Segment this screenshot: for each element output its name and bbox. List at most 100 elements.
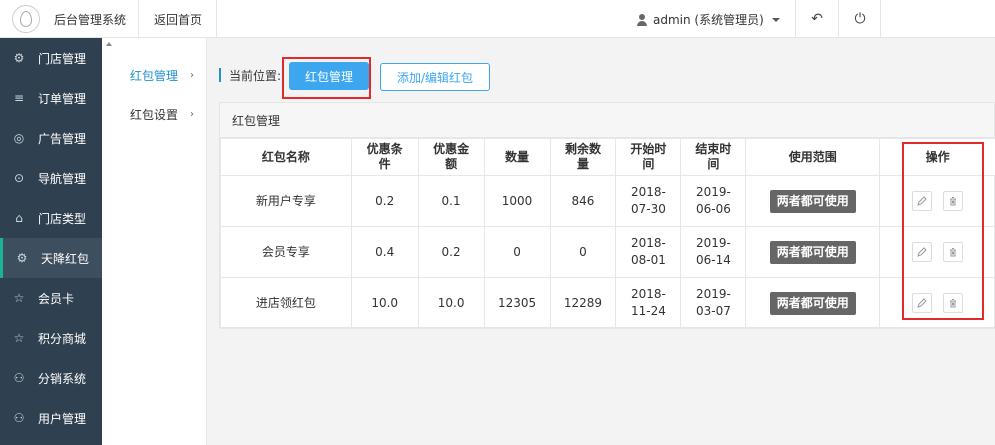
subnav-item-red-packet-manage[interactable]: 红包管理 › [102, 56, 206, 94]
sidebar-item-label: 用户管理 [38, 411, 87, 426]
cell-start-date: 2018-08-01 [615, 226, 682, 278]
logout-button[interactable]: ⏻ [840, 0, 880, 38]
delete-button[interactable] [943, 293, 964, 313]
sidebar-item-label: 积分商城 [38, 331, 87, 346]
red-packet-table: 红包名称 优惠条件 优惠金额 数量 剩余数量 开始时间 结束时间 使用范围 操作… [220, 138, 995, 329]
chevron-down-icon [771, 17, 780, 22]
subnav-item-red-packet-settings[interactable]: 红包设置 › [102, 95, 206, 133]
cell-end-date: 2019-06-14 [680, 226, 747, 278]
undo-icon: ↶ [811, 11, 823, 27]
sidebar-item-distribution[interactable]: ⚇ 分销系统 [0, 358, 102, 398]
divider [838, 0, 839, 38]
cell-name: 新用户专享 [220, 175, 352, 227]
column-header: 剩余数量 [549, 138, 617, 176]
cell-amount: 10.0 [417, 277, 485, 329]
pencil-icon [916, 196, 927, 206]
home-link[interactable]: 返回首页 [154, 11, 202, 28]
sidebar-item-red-packets[interactable]: ⚙ 天降红包 [0, 238, 102, 278]
sidebar-item-points-mall[interactable]: ☆ 积分商城 [0, 318, 102, 358]
sidebar-item-label: 订单管理 [38, 91, 87, 106]
main-content: 当前位置: 红包管理 添加/编辑红包 红包管理 红包名称 优惠条件 优惠金额 数… [207, 38, 995, 445]
trash-icon [950, 197, 957, 206]
cell-remaining: 0 [549, 226, 617, 278]
cell-actions [879, 175, 995, 227]
cell-amount: 0.2 [417, 226, 485, 278]
lifebuoy-icon: ◎ [13, 131, 25, 145]
column-header: 结束时间 [680, 138, 747, 176]
users-icon: ⚇ [13, 371, 25, 385]
user-name: admin (系统管理员) [653, 13, 764, 27]
scope-badge: 两者都可使用 [769, 291, 856, 315]
sidebar-item-member-card[interactable]: ☆ 会员卡 [0, 278, 102, 318]
cell-condition: 0.4 [350, 226, 419, 278]
column-header: 开始时间 [615, 138, 682, 176]
table-header-row: 红包名称 优惠条件 优惠金额 数量 剩余数量 开始时间 结束时间 使用范围 操作 [220, 138, 995, 176]
cell-quantity: 1000 [483, 175, 551, 227]
list-icon: ≡ [13, 91, 25, 105]
column-header: 使用范围 [745, 138, 881, 176]
chevron-right-icon: › [190, 108, 194, 120]
gears-icon: ⚙ [16, 251, 28, 265]
sidebar-item-store[interactable]: ⚙ 门店管理 [0, 38, 102, 78]
divider [216, 0, 217, 38]
trash-icon [950, 248, 957, 257]
divider [880, 0, 881, 38]
user-menu[interactable]: admin (系统管理员) [637, 11, 780, 28]
panel-title: 红包管理 [220, 103, 994, 138]
column-header: 数量 [483, 138, 551, 176]
gears-icon: ⚙ [13, 51, 25, 65]
column-header: 红包名称 [220, 138, 352, 176]
delete-button[interactable] [943, 191, 964, 211]
logo [12, 5, 40, 33]
sidebar-item-label: 天降红包 [41, 251, 90, 266]
column-header: 优惠金额 [417, 138, 485, 176]
sidebar: ⚙ 门店管理 ≡ 订单管理 ◎ 广告管理 ⊙ 导航管理 ⌂ 门店类型 ⚙ 天降红… [0, 38, 102, 445]
table-row: 会员专享 0.4 0.2 0 0 2018-08-01 2019-06-14 两… [220, 226, 995, 278]
cell-start-date: 2018-07-30 [615, 175, 682, 227]
edit-button[interactable] [911, 293, 932, 313]
column-header: 优惠条件 [350, 138, 419, 176]
pencil-icon [916, 298, 927, 308]
cell-quantity: 12305 [483, 277, 551, 329]
collapse-icon[interactable] [106, 42, 112, 46]
cell-remaining: 12289 [549, 277, 617, 329]
sidebar-item-ads[interactable]: ◎ 广告管理 [0, 118, 102, 158]
table-row: 新用户专享 0.2 0.1 1000 846 2018-07-30 2019-0… [220, 175, 995, 227]
breadcrumb: 当前位置: [219, 67, 281, 83]
scope-badge: 两者都可使用 [769, 189, 856, 213]
red-packet-manage-button[interactable]: 红包管理 [289, 62, 369, 90]
top-bar: 后台管理系统 返回首页 admin (系统管理员) ↶ ⏻ [0, 0, 995, 38]
cell-condition: 0.2 [350, 175, 419, 227]
sidebar-item-navigation[interactable]: ⊙ 导航管理 [0, 158, 102, 198]
bank-icon: ⌂ [15, 211, 23, 225]
breadcrumb-label: 当前位置: [229, 68, 282, 83]
sidebar-item-orders[interactable]: ≡ 订单管理 [0, 78, 102, 118]
cell-quantity: 0 [483, 226, 551, 278]
pencil-icon [916, 247, 927, 257]
cell-scope: 两者都可使用 [745, 175, 881, 227]
cell-start-date: 2018-11-24 [615, 277, 682, 329]
red-packet-panel: 红包管理 红包名称 优惠条件 优惠金额 数量 剩余数量 开始时间 结束时间 使用… [219, 102, 995, 329]
sidebar-item-users[interactable]: ⚇ 用户管理 [0, 398, 102, 438]
star-icon: ☆ [13, 291, 25, 305]
cell-scope: 两者都可使用 [745, 277, 881, 329]
cell-amount: 0.1 [417, 175, 485, 227]
logo-mark [20, 11, 32, 27]
star-icon: ☆ [13, 331, 25, 345]
breadcrumb-marker [219, 68, 221, 82]
back-button[interactable]: ↶ [797, 0, 837, 38]
cell-name: 会员专享 [220, 226, 352, 278]
sidebar-item-store-types[interactable]: ⌂ 门店类型 [0, 198, 102, 238]
sidebar-item-label: 门店类型 [38, 211, 87, 226]
delete-button[interactable] [943, 242, 964, 262]
divider [795, 0, 796, 38]
cell-end-date: 2019-06-06 [680, 175, 747, 227]
subnav-item-label: 红包管理 [130, 68, 179, 83]
compass-icon: ⊙ [13, 171, 25, 185]
power-icon: ⏻ [854, 11, 866, 27]
add-edit-red-packet-button[interactable]: 添加/编辑红包 [380, 63, 490, 91]
trash-icon [950, 299, 957, 308]
edit-button[interactable] [911, 191, 932, 211]
cell-name: 进店领红包 [220, 277, 352, 329]
edit-button[interactable] [911, 242, 932, 262]
